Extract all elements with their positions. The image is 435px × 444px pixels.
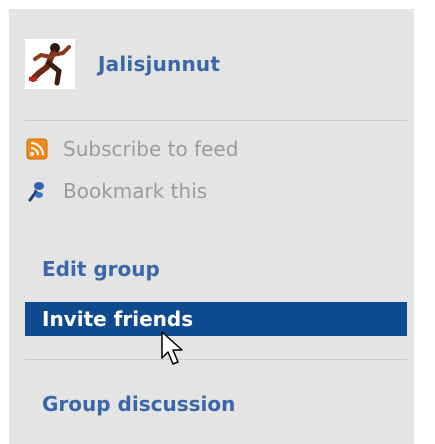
bookmark-link[interactable]: Bookmark this <box>26 179 207 203</box>
rss-feed-icon <box>26 138 48 160</box>
bookmark-pin-icon <box>28 182 44 202</box>
group-sidebar: Jalisjunnut Subscribe to feed Bookmark t… <box>9 9 414 444</box>
subscribe-feed-label: Subscribe to feed <box>63 137 239 161</box>
group-header[interactable]: Jalisjunnut <box>25 39 220 89</box>
runner-avatar-icon[interactable] <box>25 39 75 89</box>
bookmark-label: Bookmark this <box>63 179 208 203</box>
edit-group-link[interactable]: Edit group <box>25 252 407 286</box>
divider <box>25 359 407 360</box>
divider <box>25 120 407 121</box>
invite-friends-link[interactable]: Invite friends <box>25 302 407 336</box>
group-discussion-link[interactable]: Group discussion <box>25 387 407 421</box>
subscribe-feed-link[interactable]: Subscribe to feed <box>26 137 238 161</box>
group-name-link[interactable]: Jalisjunnut <box>98 52 220 76</box>
mouse-pointer-icon <box>161 331 183 365</box>
